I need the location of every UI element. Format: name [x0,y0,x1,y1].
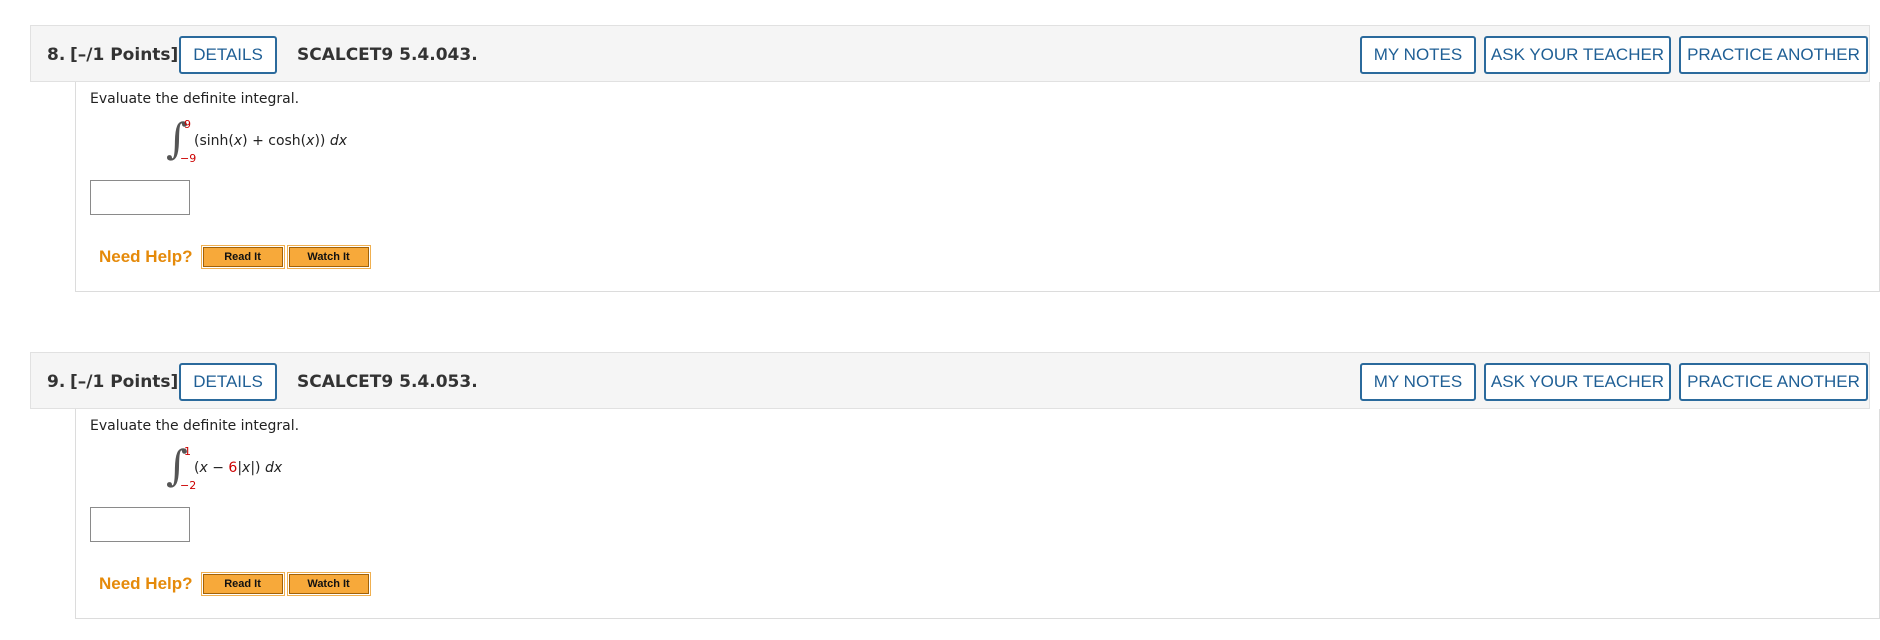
upper-limit: 9 [184,118,191,131]
my-notes-button[interactable]: MY NOTES [1360,363,1476,401]
lower-limit: −2 [180,479,197,492]
integrand: (x − 6|x|) dx [194,460,283,476]
question-id: SCALCET9 5.4.043. [297,45,478,65]
question-body: Evaluate the definite integral. ∫ 1 −2 (… [75,409,1880,619]
read-it-button[interactable]: Read It [200,572,285,596]
question-points: [–/1 Points] [70,45,179,65]
question-number: 9. [47,372,66,392]
details-button[interactable]: DETAILS [179,363,277,401]
lower-limit: −9 [180,152,197,165]
answer-input[interactable] [90,180,190,215]
my-notes-button[interactable]: MY NOTES [1360,36,1476,74]
upper-limit: 1 [184,445,191,458]
practice-another-button[interactable]: PRACTICE ANOTHER [1679,36,1868,74]
ask-your-teacher-button[interactable]: ASK YOUR TEACHER [1484,363,1671,401]
need-help-label: Need Help? [99,247,193,266]
question-prompt: Evaluate the definite integral. [90,418,300,434]
question-prompt: Evaluate the definite integral. [90,91,300,107]
watch-it-button[interactable]: Watch It [286,572,371,596]
practice-another-button[interactable]: PRACTICE ANOTHER [1679,363,1868,401]
question-id: SCALCET9 5.4.053. [297,372,478,392]
details-button[interactable]: DETAILS [179,36,277,74]
question-header: 9. [–/1 Points] DETAILS SCALCET9 5.4.053… [30,352,1870,409]
watch-it-button[interactable]: Watch It [286,245,371,269]
answer-input[interactable] [90,507,190,542]
need-help-bar: Need Help? Read It Watch It [99,245,375,269]
question-header: 8. [–/1 Points] DETAILS SCALCET9 5.4.043… [30,25,1870,82]
question-number: 8. [47,45,66,65]
question-points: [–/1 Points] [70,372,179,392]
integral-expression: ∫ 1 −2 (x − 6|x|) dx [166,445,566,505]
integrand: (sinh(x) + cosh(x)) dx [194,133,347,149]
read-it-button[interactable]: Read It [200,245,285,269]
question-body: Evaluate the definite integral. ∫ 9 −9 (… [75,82,1880,292]
ask-your-teacher-button[interactable]: ASK YOUR TEACHER [1484,36,1671,74]
integral-expression: ∫ 9 −9 (sinh(x) + cosh(x)) dx [166,118,566,178]
need-help-label: Need Help? [99,574,193,593]
need-help-bar: Need Help? Read It Watch It [99,572,375,596]
